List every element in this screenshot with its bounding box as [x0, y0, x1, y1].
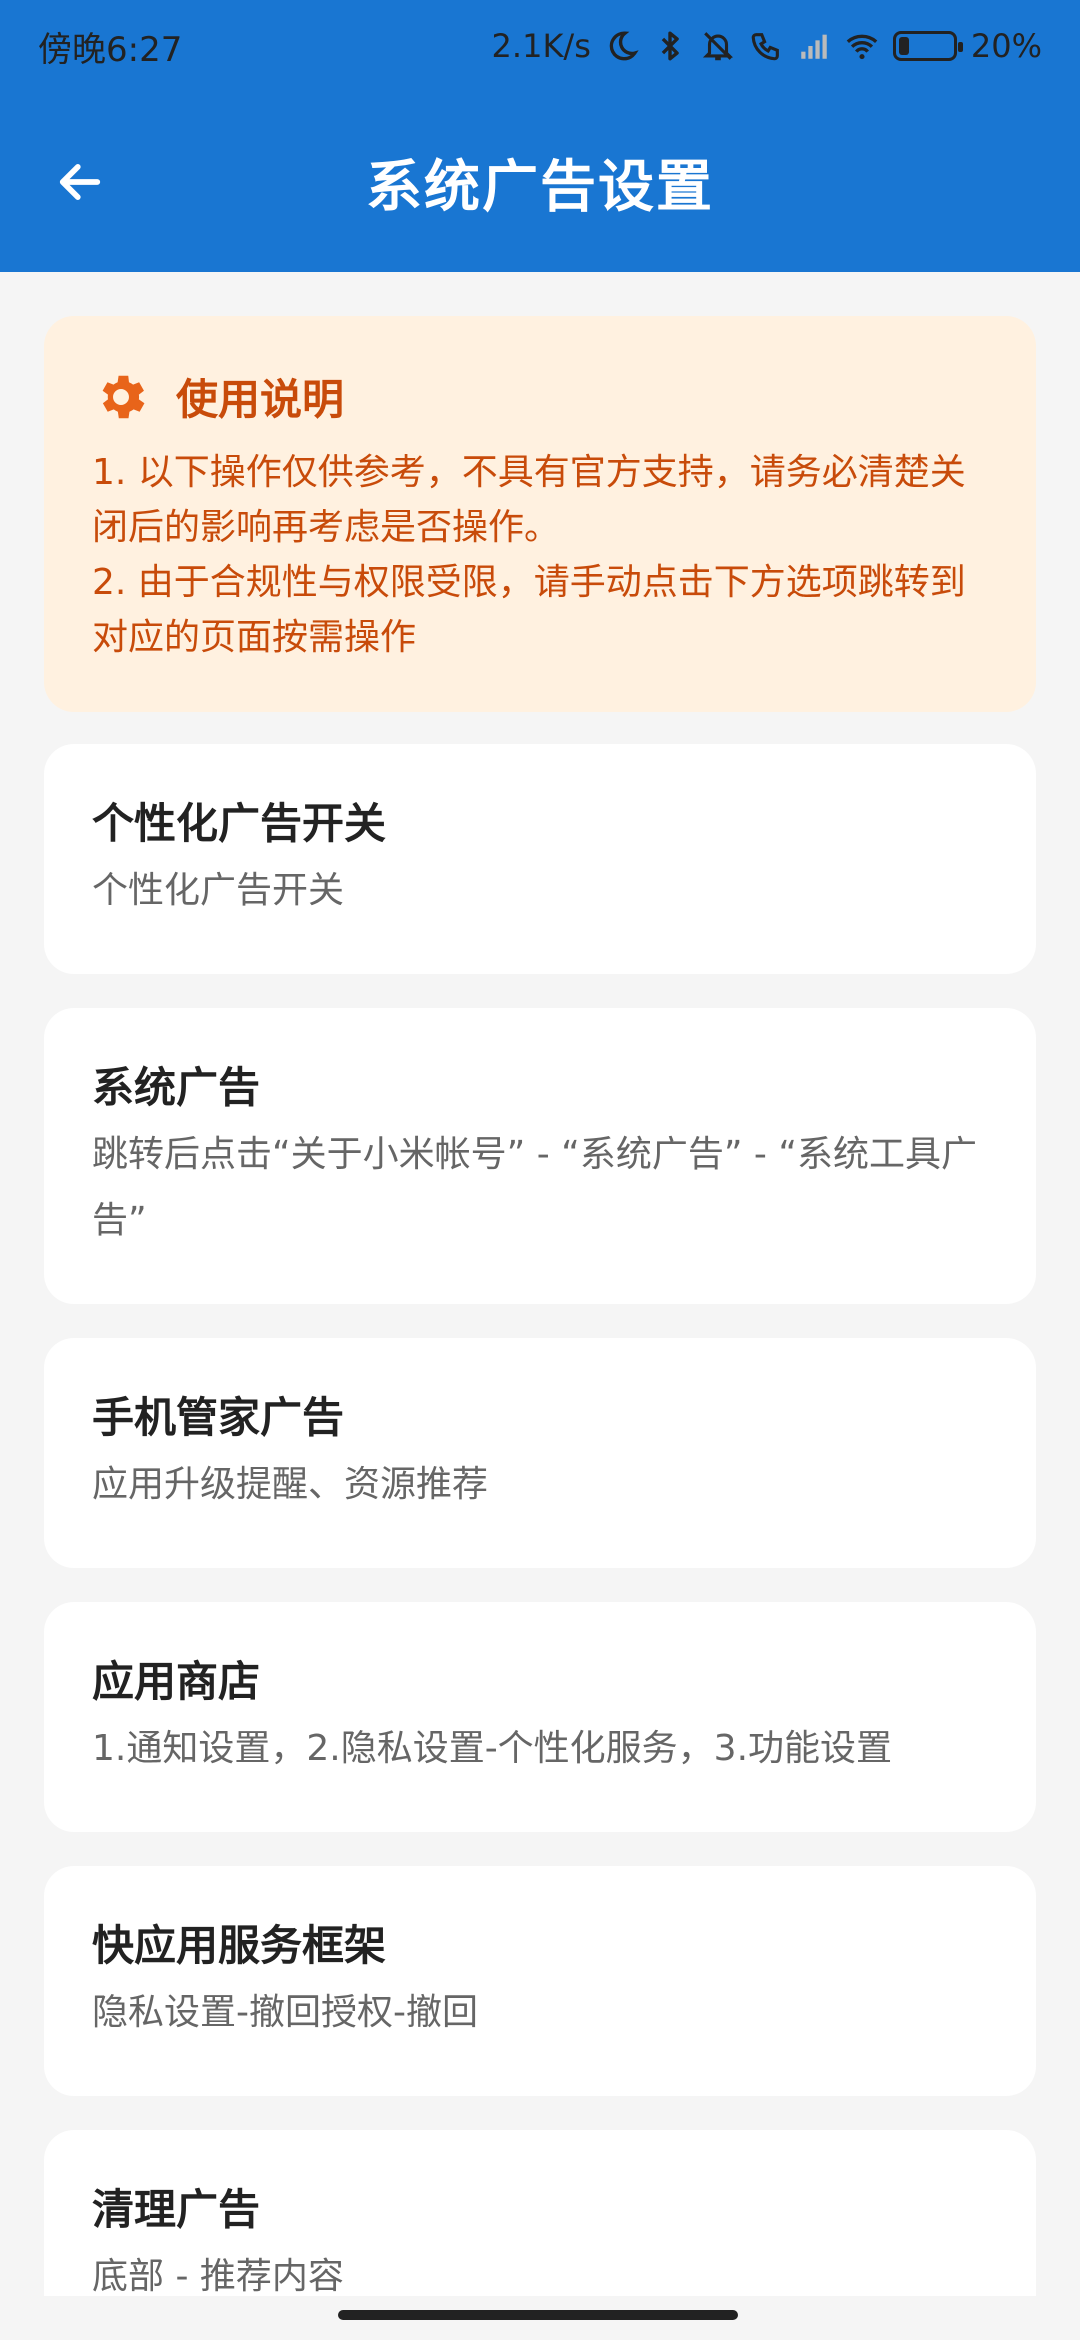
card-title: 清理广告: [92, 2185, 261, 2234]
status-bar: 傍晚6:27 2.1K/s 20%: [0, 0, 1080, 92]
card-quick-app-framework[interactable]: 快应用服务框架 隐私设置-撤回授权-撤回: [44, 1866, 1036, 2096]
card-system-ads[interactable]: 系统广告 跳转后点击“关于小米帐号” - “系统广告” - “系统工具广告”: [44, 1008, 1036, 1304]
card-subtitle: 隐私设置-撤回授权-撤回: [92, 1992, 478, 2033]
card-personalized-ads[interactable]: 个性化广告开关 个性化广告开关: [44, 744, 1036, 974]
call-icon: [751, 33, 779, 61]
card-title: 手机管家广告: [92, 1393, 345, 1442]
usage-notice: 使用说明 1. 以下操作仅供参考，不具有官方支持，请务必清楚关闭后的影响再考虑是…: [44, 316, 1036, 712]
card-subtitle: 1.通知设置，2.隐私设置-个性化服务，3.功能设置: [92, 1728, 893, 1769]
gear-icon: [102, 375, 145, 418]
battery-icon: [892, 31, 963, 61]
status-time: 傍晚6:27: [38, 29, 183, 70]
mute-bell-icon: [702, 32, 733, 61]
card-subtitle: 跳转后点击“关于小米帐号” - “系统广告” - “系统工具广告”: [92, 1134, 978, 1241]
bluetooth-icon: [661, 31, 679, 61]
card-title: 个性化广告开关: [92, 799, 387, 848]
card-title: 应用商店: [92, 1657, 261, 1706]
back-button[interactable]: [40, 142, 120, 222]
moon-icon: [609, 31, 639, 61]
network-speed: 2.1K/s: [491, 27, 591, 65]
notice-title: 使用说明: [176, 375, 345, 424]
page-title: 系统广告设置: [366, 154, 714, 220]
home-indicator[interactable]: [338, 2310, 738, 2320]
card-subtitle: 个性化广告开关: [92, 870, 345, 911]
card-security-center-ads[interactable]: 手机管家广告 应用升级提醒、资源推荐: [44, 1338, 1036, 1568]
status-icons: 2.1K/s 20%: [492, 27, 1042, 65]
card-subtitle: 应用升级提醒、资源推荐: [92, 1464, 489, 1505]
battery-percent: 20%: [970, 27, 1042, 65]
notice-line-2: 2. 由于合规性与权限受限，请手动点击下方选项跳转到对应的页面按需操作: [92, 562, 966, 658]
settings-list[interactable]: 使用说明 1. 以下操作仅供参考，不具有官方支持，请务必清楚关闭后的影响再考虑是…: [0, 272, 1080, 2340]
arrow-left-icon: [59, 164, 101, 200]
card-app-store[interactable]: 应用商店 1.通知设置，2.隐私设置-个性化服务，3.功能设置: [44, 1602, 1036, 1832]
notice-line-1: 1. 以下操作仅供参考，不具有官方支持，请务必清楚关闭后的影响再考虑是否操作。: [92, 452, 966, 548]
card-title: 快应用服务框架: [92, 1921, 387, 1970]
wifi-icon: [846, 34, 878, 60]
card-title: 系统广告: [92, 1063, 261, 1112]
app-bar: 系统广告设置: [0, 92, 1080, 272]
signal-icon: [801, 34, 827, 59]
